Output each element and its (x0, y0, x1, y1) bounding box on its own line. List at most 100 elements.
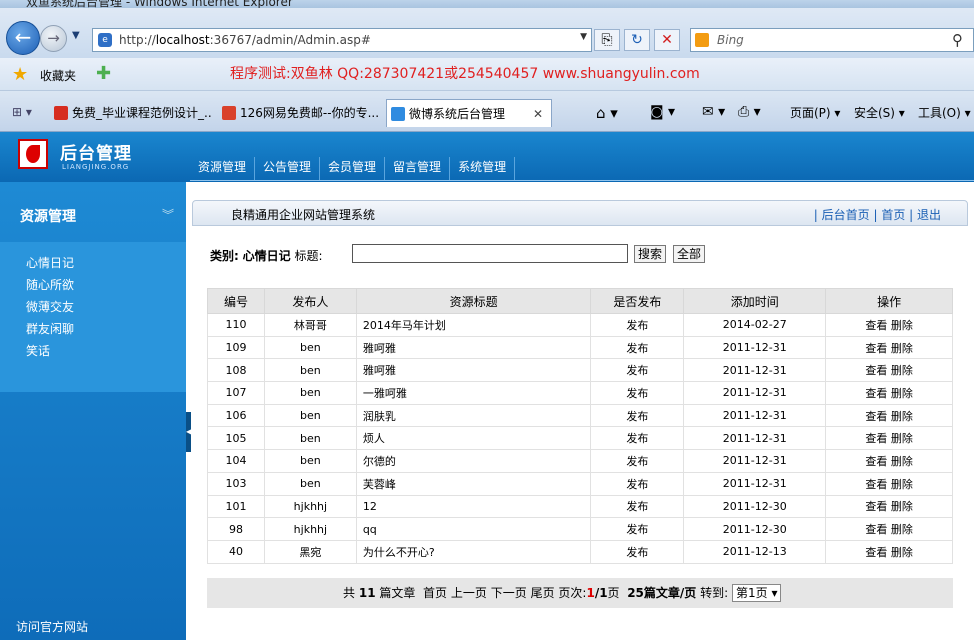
first-page-link[interactable]: 首页 (423, 586, 447, 600)
col-header-actions: 操作 (825, 288, 953, 314)
delete-link[interactable]: 删除 (891, 410, 913, 423)
safety-menu[interactable]: 安全(S) ▾ (854, 104, 905, 121)
sidebar-item-mood-diary[interactable]: 心情日记 (0, 252, 186, 274)
main-nav: 资源管理 公告管理 会员管理 留言管理 系统管理 (190, 157, 974, 181)
table-row: 101 hjkhhj 12 发布 2011-12-30 查看 删除 (207, 494, 953, 519)
search-button[interactable]: 搜索 (634, 245, 667, 263)
favorites-bar: ★ 收藏夹 ✚ 程序测试:双鱼林 QQ:287307421或254540457 … (0, 58, 974, 91)
view-link[interactable]: 查看 (865, 546, 887, 559)
sidebar-item-friends[interactable]: 微薄交友 (0, 296, 186, 318)
cell-id: 104 (207, 449, 265, 473)
refresh-icon[interactable]: ↻ (624, 29, 650, 51)
nav-notice[interactable]: 公告管理 (255, 157, 321, 180)
delete-link[interactable]: 删除 (891, 546, 913, 559)
sidebar-toggle-handle[interactable]: ◀ (186, 412, 192, 452)
quick-tabs-icon[interactable]: ⊞ ▾ (12, 105, 32, 119)
official-site-link[interactable]: 访问官方网站 (16, 618, 88, 635)
col-header-author: 发布人 (263, 288, 357, 314)
nav-system[interactable]: 系统管理 (450, 157, 516, 180)
compatibility-view-icon[interactable]: ⎘ (594, 29, 620, 51)
nav-message[interactable]: 留言管理 (385, 157, 451, 180)
history-dropdown-icon[interactable]: ▼ (72, 30, 84, 46)
view-link[interactable]: 查看 (865, 523, 887, 536)
sidebar-item-jokes[interactable]: 笑话 (0, 340, 186, 362)
cell-published: 发布 (590, 403, 685, 428)
view-link[interactable]: 查看 (865, 455, 887, 468)
delete-link[interactable]: 删除 (891, 342, 913, 355)
bing-icon (695, 33, 709, 47)
tab-favicon-icon (391, 107, 405, 121)
arrow-right-icon: → (47, 29, 60, 47)
address-dropdown-icon[interactable]: ▼ (580, 32, 587, 42)
delete-link[interactable]: 删除 (891, 387, 913, 400)
title-search-input[interactable] (352, 244, 628, 263)
delete-link[interactable]: 删除 (891, 319, 913, 332)
sidebar-item-group-chat[interactable]: 群友闲聊 (0, 318, 186, 340)
last-page-link[interactable]: 尾页 (531, 586, 555, 600)
browser-navigation-bar: ← → ▼ e http://localhost:36767/admin/Adm… (0, 8, 974, 58)
show-all-button[interactable]: 全部 (673, 245, 706, 263)
view-link[interactable]: 查看 (865, 500, 887, 513)
search-icon[interactable]: ⚲ (952, 31, 963, 49)
chevron-down-icon[interactable]: ︾ (162, 206, 174, 223)
stop-icon[interactable]: ✕ (654, 29, 680, 51)
view-link[interactable]: 查看 (865, 478, 887, 491)
delete-link[interactable]: 删除 (891, 364, 913, 377)
cell-author: 黑宛 (263, 539, 357, 564)
close-tab-icon[interactable]: ✕ (533, 100, 543, 127)
sidebar-header[interactable]: 资源管理 ︾ (0, 194, 186, 234)
header-links[interactable]: | 后台首页 | 首页 | 退出 (814, 206, 941, 223)
delete-link[interactable]: 删除 (891, 432, 913, 445)
delete-link[interactable]: 删除 (891, 500, 913, 513)
logo-icon (18, 139, 48, 169)
view-link[interactable]: 查看 (865, 387, 887, 400)
address-url[interactable]: http://localhost:36767/admin/Admin.asp# (119, 33, 371, 47)
tab-label: 微博系统后台管理 (409, 107, 506, 121)
table-row: 98 hjkhhj qq 发布 2011-12-30 查看 删除 (207, 517, 953, 541)
nav-member[interactable]: 会员管理 (320, 157, 386, 180)
cell-title: qq (355, 517, 592, 541)
total-prefix: 共 (343, 586, 356, 600)
cell-id: 103 (207, 471, 265, 496)
page-select[interactable]: 第1页 ▾ (732, 584, 782, 602)
view-link[interactable]: 查看 (865, 410, 887, 423)
print-icon[interactable]: ⎙ ▾ (738, 104, 761, 120)
tab-label: 126网易免费邮--你的专... (240, 106, 378, 120)
col-header-id: 编号 (207, 288, 265, 314)
feeds-icon[interactable]: ◙ ▾ (650, 104, 675, 120)
delete-link[interactable]: 删除 (891, 523, 913, 536)
next-page-link[interactable]: 下一页 (491, 586, 527, 600)
cell-date: 2011-12-31 (683, 403, 827, 428)
view-link[interactable]: 查看 (865, 342, 887, 355)
page-menu[interactable]: 页面(P) ▾ (790, 104, 840, 121)
favorites-button[interactable]: 收藏夹 (40, 67, 76, 84)
mail-icon[interactable]: ✉ ▾ (702, 104, 725, 120)
nav-resource[interactable]: 资源管理 (190, 157, 256, 180)
cell-author: ben (263, 335, 357, 360)
delete-link[interactable]: 删除 (891, 455, 913, 468)
cell-id: 107 (207, 381, 265, 405)
main-content: 良精通用企业网站管理系统 | 后台首页 | 首页 | 退出 类别: 心情日记 标… (192, 182, 974, 640)
favorites-star-icon[interactable]: ★ (12, 64, 28, 85)
view-link[interactable]: 查看 (865, 364, 887, 377)
address-bar[interactable]: e http://localhost:36767/admin/Admin.asp… (92, 28, 592, 52)
cell-actions: 查看 删除 (825, 471, 953, 496)
prev-page-link[interactable]: 上一页 (451, 586, 487, 600)
add-favorite-icon[interactable]: ✚ (96, 63, 111, 84)
home-icon[interactable]: ⌂ ▾ (596, 104, 618, 122)
view-link[interactable]: 查看 (865, 319, 887, 332)
cell-title: 2014年马年计划 (355, 313, 592, 337)
sidebar-menu: 心情日记 随心所欲 微薄交友 群友闲聊 笑话 (0, 242, 186, 392)
view-link[interactable]: 查看 (865, 432, 887, 445)
tools-menu[interactable]: 工具(O) ▾ (918, 104, 971, 121)
back-button[interactable]: ← (6, 21, 40, 55)
total-count: 11 (358, 586, 376, 600)
cell-published: 发布 (590, 494, 685, 519)
delete-link[interactable]: 删除 (891, 478, 913, 491)
forward-button[interactable]: → (40, 25, 67, 52)
tab-2[interactable]: 126网易免费邮--你的专... (218, 99, 378, 127)
sidebar-item-free-style[interactable]: 随心所欲 (0, 274, 186, 296)
tab-1[interactable]: 免费_毕业课程范例设计_... (50, 99, 212, 127)
tab-3-active[interactable]: 微博系统后台管理 ✕ (386, 99, 552, 127)
search-box[interactable]: Bing ⚲ (690, 28, 974, 52)
